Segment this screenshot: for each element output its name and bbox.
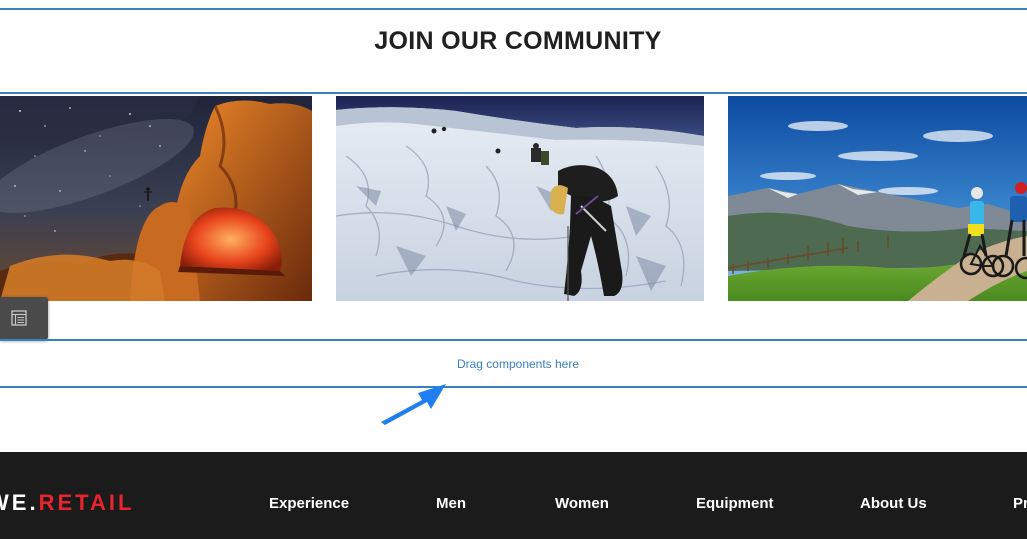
footer-nav-experience[interactable]: Experience [269,495,349,512]
footer-nav-women[interactable]: Women [555,495,609,512]
footer-nav-about-us[interactable]: About Us [860,495,927,512]
mountain-biking-photo[interactable] [728,96,1027,301]
component-drop-zone[interactable]: Drag components here [0,339,1027,388]
footer-nav-equipment[interactable]: Equipment [696,495,774,512]
component-browser-toggle[interactable] [0,297,48,340]
footer-nav-products[interactable]: Pr [1013,495,1027,512]
photo-camping-under-stars-icon [0,96,312,301]
page: JOIN OUR COMMUNITY Drag components here … [0,0,1027,539]
footer-nav-men[interactable]: Men [436,495,466,512]
title-section[interactable]: JOIN OUR COMMUNITY [0,8,1027,94]
photo-glacier-climber-icon [336,96,704,301]
component-browser-icon [11,310,27,326]
footer-nav: Experience Men Women Equipment About Us … [0,495,1027,515]
site-footer: WE.RETAIL Experience Men Women Equipment… [0,452,1027,539]
photo-mountain-bikers-icon [728,96,1027,301]
camping-tent-photo[interactable] [0,96,312,301]
drop-zone-label: Drag components here [456,357,580,371]
pointer-arrow-icon [381,384,446,425]
image-grid [0,96,1027,301]
section-title: JOIN OUR COMMUNITY [374,27,662,55]
ice-climbing-photo[interactable] [336,96,704,301]
